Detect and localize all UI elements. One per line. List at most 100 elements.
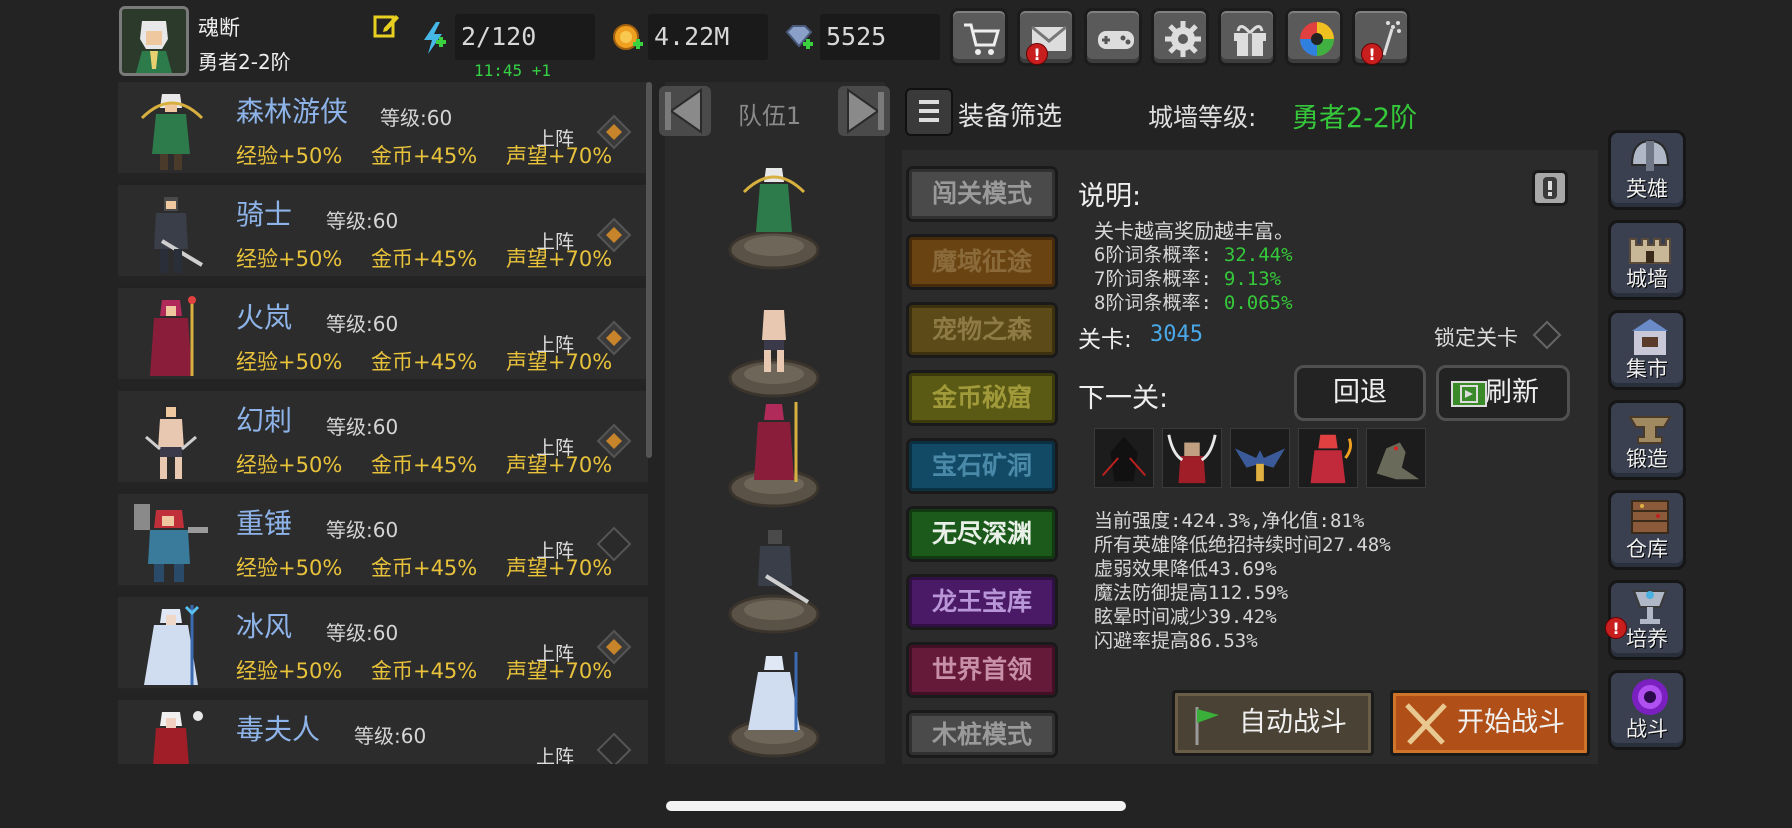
team-slot-5[interactable]: [722, 650, 826, 760]
team-next-arrow-icon[interactable]: [836, 84, 892, 138]
hero-level: 等级:60: [326, 312, 399, 336]
mode-button-demon-realm[interactable]: 魔域征途: [906, 234, 1058, 290]
back-button[interactable]: 回退: [1294, 365, 1426, 421]
team-prev-arrow-icon[interactable]: [657, 84, 713, 138]
event-button[interactable]: !: [1352, 8, 1410, 66]
deploy-toggle-gem-icon[interactable]: [596, 320, 632, 356]
hero-row-ice-wind[interactable]: 冰风 等级:60 经验+50% 金币+45% 声望+70% 上阵: [118, 597, 648, 694]
side-menu-heroes[interactable]: 英雄: [1608, 130, 1686, 210]
hero-deploy-label: 上阵: [536, 643, 575, 665]
hero-name: 冰风: [236, 610, 293, 643]
side-menu-warehouse[interactable]: 仓库: [1608, 490, 1686, 570]
portal-icon: [1632, 679, 1668, 715]
hero-portrait: [153, 711, 203, 764]
deploy-toggle-gem-icon[interactable]: [596, 732, 632, 764]
warehouse-icon: [1631, 500, 1669, 534]
mode-button-campaign[interactable]: 闯关模式: [906, 166, 1058, 222]
hero-name: 骑士: [236, 198, 293, 231]
side-menu-label: 战斗: [1626, 717, 1668, 741]
hero-deploy-label: 上阵: [536, 437, 575, 459]
mode-button-gem-mine[interactable]: 宝石矿洞: [906, 438, 1058, 494]
event-alert-badge: !: [1361, 43, 1383, 65]
video-icon: [1451, 381, 1487, 407]
stage-value: 3045: [1150, 322, 1203, 347]
hero-deploy-label: 上阵: [536, 231, 575, 253]
hero-row-heavy-hammer[interactable]: 重锤 等级:60 经验+50% 金币+45% 声望+70% 上阵: [118, 494, 648, 591]
castle-icon: [1629, 238, 1671, 264]
deploy-toggle-gem-icon[interactable]: [596, 217, 632, 253]
hero-exp-bonus: 经验+50%: [236, 247, 343, 271]
hero-gold-bonus: 金币+45%: [370, 453, 478, 477]
hero-row-poison-lady[interactable]: 毒夫人 等级:60 上阵: [118, 700, 648, 764]
hero-deploy-label: 上阵: [536, 746, 575, 764]
color-wheel-icon: [1300, 22, 1334, 56]
side-menu-label: 英雄: [1626, 177, 1668, 201]
stage-stat-line: 所有英雄降低绝招持续时间27.48%: [1094, 534, 1391, 556]
hero-row-fire-storm[interactable]: 火岚 等级:60 经验+50% 金币+45% 声望+70% 上阵: [118, 288, 648, 385]
stage-stat-line: 虚弱效果降低43.69%: [1094, 558, 1277, 580]
hero-row-knight[interactable]: 骑士 等级:60 经验+50% 金币+45% 声望+70% 上阵: [118, 185, 648, 282]
hero-name: 重锤: [236, 507, 293, 540]
gift-icon: [1234, 25, 1266, 56]
hero-row-phantom-assassin[interactable]: 幻刺 等级:60 经验+50% 金币+45% 声望+70% 上阵: [118, 391, 648, 488]
enemy-lizard-icon: [1366, 428, 1426, 488]
hero-gold-bonus: 金币+45%: [370, 247, 478, 271]
mode-button-gold-cave[interactable]: 金币秘窟: [906, 370, 1058, 426]
team-slot-2[interactable]: [722, 290, 826, 400]
home-indicator[interactable]: [666, 801, 1126, 811]
equipment-filter-label[interactable]: 装备筛选: [958, 96, 1062, 133]
hero-level: 等级:60: [326, 415, 399, 439]
auto-battle-button[interactable]: 自动战斗: [1172, 690, 1374, 756]
refresh-button[interactable]: 刷新: [1436, 365, 1570, 421]
team-slot-4[interactable]: [722, 526, 826, 636]
player-name: 魂断: [198, 16, 240, 40]
stage-stat-line: 当前强度:424.3%,净化值:81%: [1094, 510, 1365, 532]
info-button[interactable]: [1532, 170, 1568, 206]
hero-name: 幻刺: [236, 404, 293, 437]
shop-button[interactable]: [950, 8, 1008, 66]
hero-list[interactable]: 森林游侠 等级:60 经验+50% 金币+45% 声望+70% 上阵 骑士 等级…: [118, 82, 654, 764]
refresh-button-label: 刷新: [1485, 377, 1539, 408]
hero-portrait: [154, 197, 204, 273]
team-slot-1[interactable]: [722, 162, 826, 272]
color-wheel-button[interactable]: [1285, 8, 1343, 66]
deploy-toggle-gem-icon[interactable]: [596, 114, 632, 150]
equipment-filter-button[interactable]: [905, 88, 953, 136]
hero-portrait: [140, 94, 204, 170]
cart-icon: [964, 23, 1000, 55]
tier6-probability-value: 32.44%: [1223, 244, 1293, 266]
mode-button-training-dummy[interactable]: 木桩模式: [906, 710, 1058, 758]
deploy-toggle-gem-icon[interactable]: [596, 526, 632, 562]
deploy-toggle-gem-icon[interactable]: [596, 423, 632, 459]
mode-button-pet-forest[interactable]: 宠物之森: [906, 302, 1058, 358]
lock-stage-toggle-icon[interactable]: [1532, 320, 1562, 350]
side-menu-forge[interactable]: 锻造: [1608, 400, 1686, 480]
hero-level: 等级:60: [354, 724, 427, 748]
hero-row-forest-ranger[interactable]: 森林游侠 等级:60 经验+50% 金币+45% 声望+70% 上阵: [118, 82, 648, 179]
hero-list-scrollbar[interactable]: [646, 82, 652, 458]
description-title: 说明:: [1078, 181, 1142, 212]
side-menu-battle[interactable]: 战斗: [1608, 670, 1686, 750]
settings-button[interactable]: [1151, 8, 1209, 66]
gift-button[interactable]: [1218, 8, 1276, 66]
team-slot-3[interactable]: [722, 400, 826, 510]
mode-button-world-boss[interactable]: 世界首领: [906, 642, 1058, 698]
side-menu-wall[interactable]: 城墙: [1608, 220, 1686, 300]
mode-button-endless-abyss[interactable]: 无尽深渊: [906, 506, 1058, 562]
tier7-probability-value: 9.13%: [1223, 268, 1282, 290]
mode-button-dragon-vault[interactable]: 龙王宝库: [906, 574, 1058, 630]
player-avatar[interactable]: [119, 6, 189, 76]
stage-stat-line: 眩晕时间减少39.42%: [1094, 606, 1277, 628]
edit-icon[interactable]: [372, 12, 400, 40]
hero-deploy-label: 上阵: [536, 128, 575, 150]
hero-name: 火岚: [236, 301, 293, 334]
side-menu-market[interactable]: 集市: [1608, 310, 1686, 390]
mail-button[interactable]: !: [1017, 8, 1075, 66]
hero-exp-bonus: 经验+50%: [236, 350, 343, 374]
side-menu-train[interactable]: ! 培养: [1605, 580, 1686, 660]
gamepad-button[interactable]: [1084, 8, 1142, 66]
enemy-reaper-icon: [1162, 428, 1222, 488]
deploy-toggle-gem-icon[interactable]: [596, 629, 632, 665]
start-battle-button[interactable]: 开始战斗: [1390, 690, 1590, 756]
hero-deploy-label: 上阵: [536, 334, 575, 356]
